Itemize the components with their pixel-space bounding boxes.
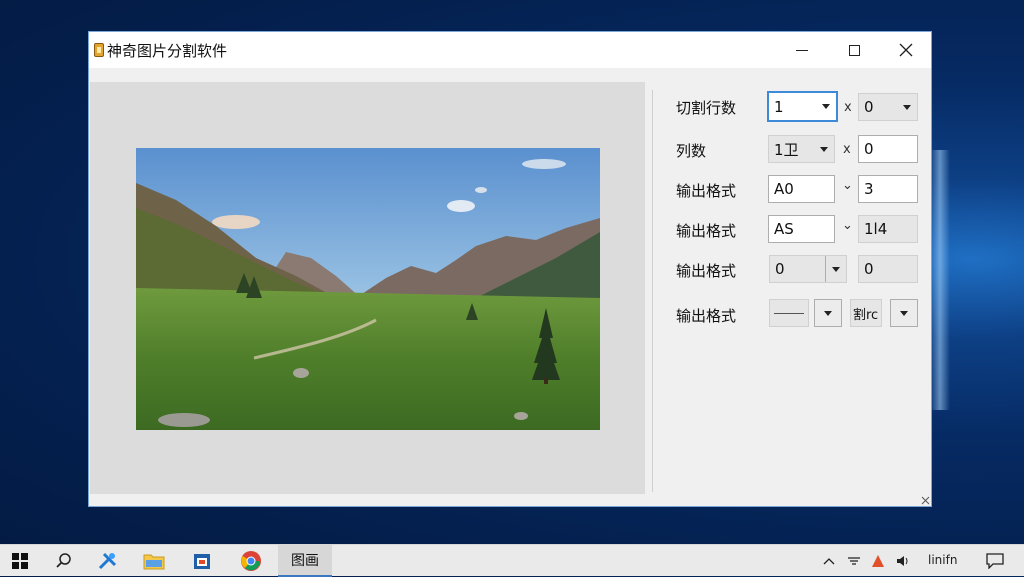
start-button[interactable] xyxy=(0,545,40,577)
status-strip xyxy=(90,494,645,506)
search-button[interactable] xyxy=(44,545,84,577)
format1-separator: ⌄ xyxy=(842,178,853,193)
taskbar-app-tools[interactable] xyxy=(88,545,128,577)
alert-icon xyxy=(872,555,884,567)
format3-input-2[interactable]: 0 xyxy=(858,255,918,283)
tools-app-icon xyxy=(98,552,117,570)
format1-input[interactable]: A0 xyxy=(768,175,835,203)
search-icon xyxy=(56,553,71,568)
format4-label: 输出格式 xyxy=(676,307,737,325)
format3-label: 输出格式 xyxy=(676,262,737,280)
cols-input-2-value: 0 xyxy=(864,140,874,158)
windows-logo-icon xyxy=(12,553,28,569)
chevron-up-icon xyxy=(823,558,835,565)
taskbar-app-explorer[interactable] xyxy=(134,545,174,577)
rows-select[interactable]: 1 xyxy=(767,91,838,122)
maximize-icon xyxy=(848,44,860,56)
format1-input-2-value: 3 xyxy=(864,180,874,198)
cols-label: 列数 xyxy=(676,142,707,160)
title-bar[interactable]: 神奇图片分割软件 xyxy=(89,32,931,68)
format3-select-value: 0 xyxy=(775,260,785,278)
chevron-down-icon xyxy=(816,93,836,120)
taskbar-app-chrome[interactable] xyxy=(230,545,272,577)
desktop-glow xyxy=(930,150,950,410)
chevron-down-icon xyxy=(814,136,834,162)
app-icon xyxy=(94,43,104,57)
line-style-dropdown-button[interactable] xyxy=(814,299,842,327)
cols-input-2[interactable]: 0 xyxy=(858,135,918,163)
chevron-down-icon xyxy=(900,310,908,316)
chrome-icon xyxy=(241,551,261,571)
cols-select-value: 1卫 xyxy=(774,140,799,159)
format2-label: 输出格式 xyxy=(676,222,737,240)
format1-label: 输出格式 xyxy=(676,182,737,200)
chevron-down-icon xyxy=(825,256,846,282)
minimize-icon xyxy=(796,49,808,51)
minimize-button[interactable] xyxy=(779,32,825,68)
chevron-down-icon xyxy=(897,94,917,120)
tray-clock-text: linifn xyxy=(928,553,958,567)
tray-network[interactable] xyxy=(844,545,864,577)
chevron-down-icon xyxy=(824,310,832,316)
tray-volume[interactable] xyxy=(892,545,914,577)
notification-icon xyxy=(986,553,1004,569)
resize-grip-icon[interactable] xyxy=(919,494,931,506)
network-icon xyxy=(848,557,860,565)
rows-label: 切割行数 xyxy=(676,99,737,117)
format1-input-value: A0 xyxy=(774,180,794,198)
format4-select-2-value: 割rc xyxy=(853,307,879,323)
line-style-select[interactable] xyxy=(769,299,809,327)
format4-select-2[interactable]: 割rc xyxy=(850,299,882,327)
format3-select[interactable]: 0 xyxy=(769,255,847,283)
rows-select-value: 1 xyxy=(774,97,784,116)
image-preview-panel xyxy=(90,82,645,494)
maximize-button[interactable] xyxy=(831,32,877,68)
taskbar: 图画 linifn xyxy=(0,544,1024,577)
cols-separator: x xyxy=(843,142,851,157)
action-center-button[interactable] xyxy=(982,545,1008,577)
tray-alert[interactable] xyxy=(868,545,888,577)
format2-input-2-value: 1l4 xyxy=(864,220,888,238)
rows-select-2[interactable]: 0 xyxy=(858,93,918,121)
format2-separator: ⌄ xyxy=(842,218,853,233)
taskbar-app-store[interactable] xyxy=(182,545,222,577)
cols-select[interactable]: 1卫 xyxy=(768,135,835,163)
format2-input[interactable]: AS xyxy=(768,215,835,243)
line-style-preview xyxy=(774,312,804,314)
landscape-preview-image xyxy=(136,148,600,430)
format4-dropdown-button[interactable] xyxy=(890,299,918,327)
taskbar-active-app[interactable]: 图画 xyxy=(278,545,332,577)
window-title: 神奇图片分割软件 xyxy=(107,42,228,60)
volume-icon xyxy=(897,556,908,566)
close-icon xyxy=(899,43,913,57)
format3-input-2-value: 0 xyxy=(864,260,874,278)
format1-input-2[interactable]: 3 xyxy=(858,175,918,203)
app-window: 神奇图片分割软件 切割行数 1 x 0 列数 1卫 x 0 输出格式 A0 ⌄ … xyxy=(88,31,932,507)
rows-select-2-value: 0 xyxy=(864,98,874,116)
store-icon xyxy=(194,554,210,569)
close-button[interactable] xyxy=(883,32,929,68)
tray-expand-button[interactable] xyxy=(820,545,838,577)
rows-separator: x xyxy=(844,100,852,115)
format2-input-value: AS xyxy=(774,220,794,238)
folder-icon xyxy=(143,554,165,570)
panel-divider xyxy=(652,90,653,492)
format2-input-2[interactable]: 1l4 xyxy=(858,215,918,243)
